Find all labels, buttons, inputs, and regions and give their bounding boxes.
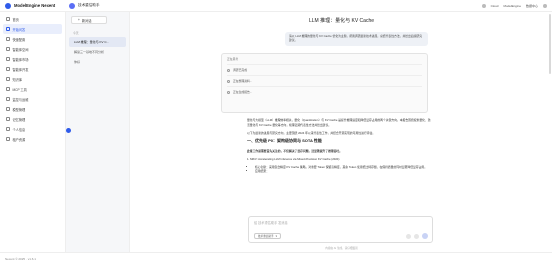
cube-icon: [6, 107, 10, 111]
sidebar-item-label: 开始问答: [12, 27, 26, 32]
sidebar-item-label: 知识库: [12, 77, 23, 82]
sidebar-item[interactable]: 智能体开发: [0, 64, 65, 74]
sidebar-item-label: 首页: [12, 17, 19, 22]
new-conversation-button[interactable]: + 新对话: [71, 16, 107, 24]
thinking-step-label: 调研已完成: [233, 68, 247, 72]
answer-intro-2: 以下为最新的进展与研究方向，主要围绕 2024 年以来代表性工作，并结合开源实现…: [247, 130, 376, 135]
conversation-pane: + 新对话 今天 LLM 推理：量化与 KV C... 解读三一基地不同分析 你好: [66, 12, 130, 252]
step-bullet-icon: [227, 79, 230, 83]
step-bullet-icon: [227, 90, 230, 94]
home-icon: [6, 17, 10, 21]
brand[interactable]: ModelEngine Nexent: [0, 2, 66, 9]
answer-bullet: 核心创新：采用混合精度 KV Cache 策略，对重要 Token 保留高精度，…: [255, 165, 431, 170]
collapse-sidebar-button[interactable]: [66, 128, 71, 133]
user-message: 请以 LLM 推理的量化与 KV Cache 优化为主题，帮我调研最新技术进展，…: [285, 32, 428, 46]
store-icon: [6, 57, 10, 61]
footer: Nexent © 2025 · v1.6.1: [0, 252, 552, 264]
thinking-step-label: 正在整理资料...: [233, 79, 253, 83]
send-button[interactable]: [422, 233, 428, 239]
sidebar-item[interactable]: MCP 工具: [0, 84, 65, 94]
answer-section-title: 一、优先级 P0：架构级协同与 SOTA 性能: [247, 138, 322, 144]
chat-icon: [6, 27, 10, 31]
chevron-down-icon: ▾: [275, 234, 277, 238]
sidebar-item[interactable]: 智能体空间: [0, 44, 65, 54]
attach-icon[interactable]: [414, 233, 419, 239]
thinking-step: 正在生成报告...: [227, 86, 422, 97]
avatar[interactable]: [543, 4, 547, 8]
plug-icon: [6, 87, 10, 91]
sidebar-item[interactable]: 租户资源: [0, 134, 65, 144]
rocket-icon: [6, 37, 10, 41]
code-icon: [6, 67, 10, 71]
sidebar-item-label: 智能体空间: [12, 47, 29, 52]
book-icon: [6, 77, 10, 81]
thinking-step: 正在整理资料...: [227, 75, 422, 86]
sidebar-item[interactable]: 智能体市场: [0, 54, 65, 64]
top-bar: ModelEngine Nexent 技术重估助手 Cloud ModelEng…: [0, 0, 552, 12]
message-input[interactable]: 给 技术重估助手 发消息: [254, 220, 427, 225]
answer-bullet: 应用结果：: [255, 169, 431, 174]
sidebar-item[interactable]: 记忆管理: [0, 114, 65, 124]
sidebar-item-label: 智能体开发: [12, 67, 29, 72]
sidebar-item-label: 智能体市场: [12, 57, 29, 62]
app-window: ModelEngine Nexent 技术重估助手 Cloud ModelEng…: [0, 0, 552, 264]
sidebar-item[interactable]: 监控与运维: [0, 94, 65, 104]
sidebar-item[interactable]: 首页: [0, 14, 65, 24]
grid-icon: [6, 47, 10, 51]
sidebar-item[interactable]: 模型管理: [0, 104, 65, 114]
answer-section-sub: 此章工作是需要首先关注的，不仅解决了显存问题，还显著提升了推理吞吐。: [247, 149, 343, 154]
top-right-item[interactable]: 数据中心: [526, 4, 538, 8]
top-right-item[interactable]: Cloud: [491, 4, 499, 8]
answer-subheading: 1. MiKV: Accelerating LLM Inference via …: [247, 156, 340, 161]
top-right-area: Cloud ModelEngine 数据中心: [481, 0, 547, 12]
assistant-answer: 量化与大模型（LLM）推理效率相关，量化（Quantization）与 KV C…: [247, 118, 431, 174]
app-title: 技术重估助手: [78, 3, 100, 7]
agent-selector[interactable]: 技术重估助手 ▾: [254, 233, 281, 239]
conversation-item[interactable]: LLM 推理：量化与 KV C...: [69, 37, 126, 47]
conversation-item[interactable]: 解读三一基地不同分析: [69, 47, 126, 57]
tenant-icon: [6, 137, 10, 141]
ai-disclaimer: 内容由 AI 生成，请仔细甄别: [325, 247, 358, 250]
app-header: 技术重估助手: [69, 2, 100, 9]
chat-title: LLM 推理：量化与 KV Cache: [308, 18, 375, 24]
new-conversation-label: 新对话: [81, 18, 92, 23]
memory-icon: [6, 117, 10, 121]
step-bullet-icon: [227, 68, 230, 72]
thinking-header: 正在思考: [227, 57, 239, 61]
conversation-section-label: 今天: [73, 31, 79, 35]
answer-intro: 量化与大模型（LLM）推理效率相关，量化（Quantization）与 KV C…: [247, 118, 431, 127]
input-actions: [406, 233, 428, 239]
chat-main: LLM 推理：量化与 KV Cache 请以 LLM 推理的量化与 KV Cac…: [131, 12, 552, 252]
thinking-panel[interactable]: 正在思考 调研已完成 正在整理资料... 正在生成报告...: [221, 53, 428, 113]
conversation-item[interactable]: 你好: [69, 57, 126, 67]
footer-text: Nexent © 2025 · v1.6.1: [5, 256, 36, 261]
sidebar-nav: 首页开始问答快速配置智能体空间智能体市场智能体开发知识库 MCP 工具 监控与运维模…: [0, 12, 66, 252]
message-input-box[interactable]: 给 技术重估助手 发消息 技术重估助手 ▾: [248, 216, 433, 243]
sidebar-item-label: 个人信息: [12, 127, 26, 132]
top-right-item[interactable]: ModelEngine: [503, 4, 521, 8]
sidebar-item[interactable]: 知识库: [0, 74, 65, 84]
mic-icon[interactable]: [406, 233, 411, 239]
sidebar-item-label: 快速配置: [12, 37, 26, 42]
sidebar-item-label: 记忆管理: [12, 117, 26, 122]
thinking-step-label: 正在生成报告...: [233, 90, 253, 94]
thinking-step: 调研已完成: [227, 64, 422, 75]
brand-logo-icon: [5, 2, 11, 9]
sidebar-item-label: 租户资源: [12, 137, 26, 142]
user-icon: [6, 127, 10, 131]
sidebar-item-label: 监控与运维: [12, 97, 29, 102]
monitor-icon: [6, 97, 10, 101]
sidebar-item[interactable]: 快速配置: [0, 34, 65, 44]
scrollbar[interactable]: [549, 14, 551, 74]
sidebar-item-label: MCP 工具: [12, 87, 27, 92]
plus-icon: +: [78, 18, 80, 22]
agent-avatar: [69, 2, 75, 9]
sidebar-item[interactable]: 个人信息: [0, 124, 65, 134]
brand-name: ModelEngine Nexent: [14, 3, 56, 8]
sidebar-item-label: 模型管理: [12, 107, 26, 112]
globe-icon[interactable]: [481, 4, 486, 8]
sidebar-item[interactable]: 开始问答: [3, 24, 62, 34]
agent-chip-label: 技术重估助手: [258, 235, 274, 238]
